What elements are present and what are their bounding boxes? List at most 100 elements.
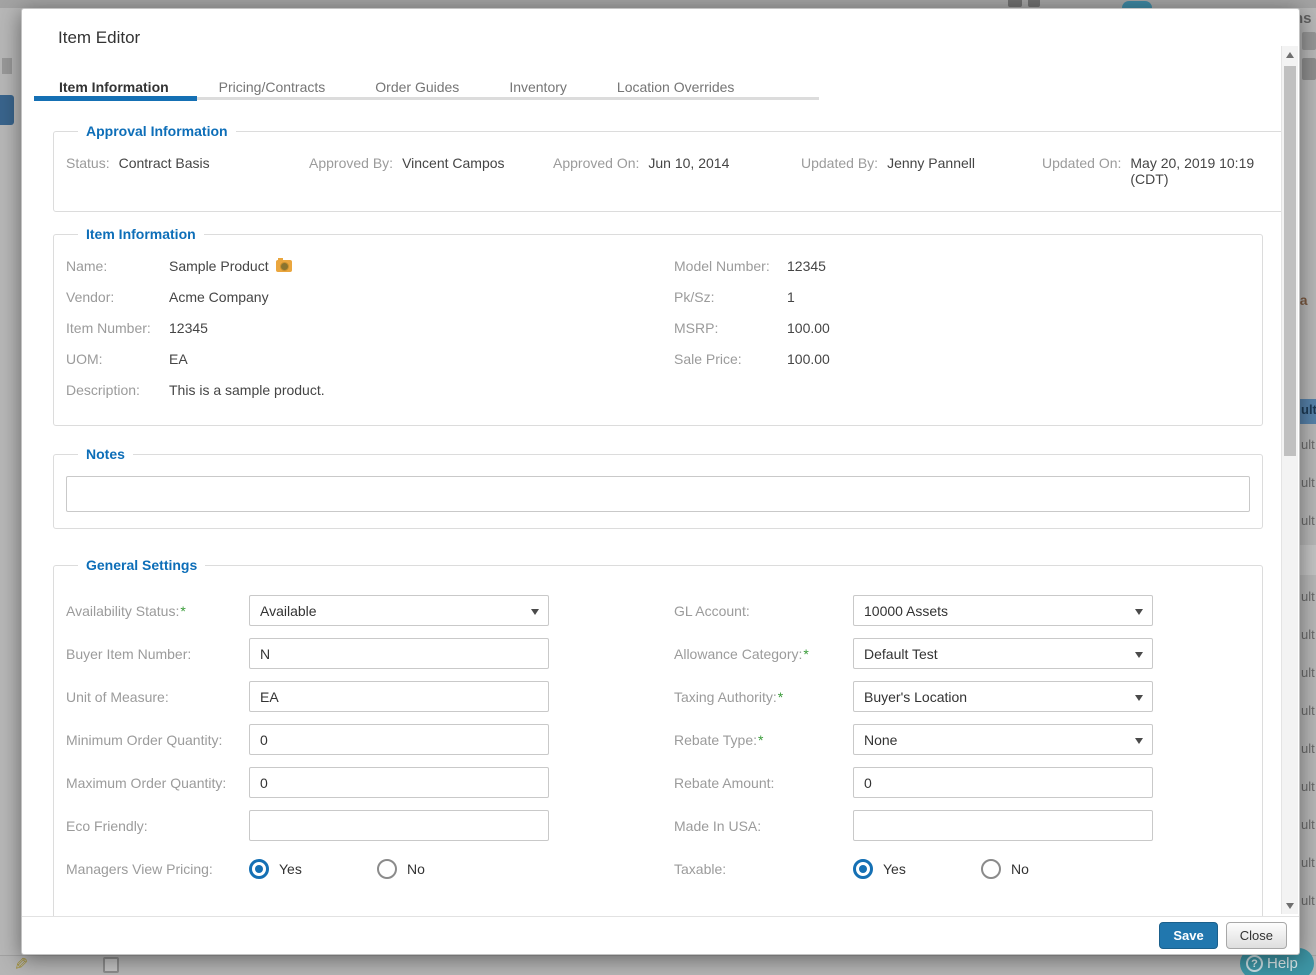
field-label: Model Number:: [674, 258, 787, 274]
field-label: Taxing Authority:*: [674, 689, 853, 705]
field-value: Acme Company: [169, 289, 269, 305]
form-row: Buyer Item Number:: [66, 638, 674, 669]
help-icon: ?: [1246, 955, 1263, 972]
field-label: Availability Status:*: [66, 603, 249, 619]
active-tab-indicator: [34, 96, 197, 101]
field-label: Taxable:: [674, 861, 853, 877]
background-row-fragment: ult: [1301, 855, 1315, 870]
radio-icon: [249, 859, 269, 879]
made-in-usa-input[interactable]: [853, 810, 1153, 841]
taxable-no-radio[interactable]: No: [981, 859, 1109, 879]
background-row-fragment: ult: [1301, 589, 1315, 604]
approval-field: Approved By: Vincent Campos: [309, 155, 553, 187]
required-marker: *: [758, 732, 763, 748]
field-label: Approved On:: [553, 155, 639, 187]
field-value: Vincent Campos: [402, 155, 504, 187]
background-button-stub: [1302, 32, 1316, 50]
info-row: Vendor: Acme Company: [66, 281, 674, 312]
background-button-stub: [0, 95, 14, 125]
gl-account-select[interactable]: 10000 Assets: [853, 595, 1153, 626]
background-row-fragment: ult: [1301, 665, 1315, 680]
field-label: Vendor:: [66, 289, 169, 305]
managers-view-pricing-no-radio[interactable]: No: [377, 859, 505, 879]
field-value: Jun 10, 2014: [648, 155, 729, 187]
background-section-band: [1300, 545, 1316, 575]
form-row: Eco Friendly:: [66, 810, 674, 841]
info-row: Description: This is a sample product.: [66, 374, 674, 405]
background-glyph-stub: [2, 58, 12, 74]
background-row-fragment: ult: [1301, 817, 1315, 832]
dialog-footer: Save Close: [22, 916, 1299, 954]
background-row-fragment: ult: [1301, 513, 1315, 528]
tab-pricing-contracts[interactable]: Pricing/Contracts: [194, 75, 351, 105]
rebate-amount-input[interactable]: [853, 767, 1153, 798]
availability-status-select[interactable]: Available: [249, 595, 549, 626]
notes-textarea[interactable]: [66, 476, 1250, 512]
taxable-yes-radio[interactable]: Yes: [853, 859, 981, 879]
field-label: Minimum Order Quantity:: [66, 732, 249, 748]
modal-scrollbar[interactable]: [1281, 46, 1298, 914]
field-label: Item Number:: [66, 320, 169, 336]
minimum-order-quantity-input[interactable]: [249, 724, 549, 755]
form-row: Managers View Pricing: Yes No: [66, 857, 674, 881]
form-row: Made In USA:: [674, 810, 1250, 841]
scroll-thumb[interactable]: [1284, 66, 1296, 456]
field-value: 1: [787, 289, 795, 305]
dialog-title: Item Editor: [58, 28, 140, 48]
field-label: Managers View Pricing:: [66, 861, 249, 877]
notes-section: Notes: [53, 446, 1263, 529]
screen: ns va ult ult ult ult ult ult ult ult ul…: [0, 0, 1316, 975]
field-label: Description:: [66, 382, 169, 398]
rebate-type-select[interactable]: None: [853, 724, 1153, 755]
radio-icon: [981, 859, 1001, 879]
background-row-fragment: ult: [1301, 741, 1315, 756]
field-label: MSRP:: [674, 320, 787, 336]
section-legend: Notes: [78, 446, 133, 462]
taxing-authority-select[interactable]: Buyer's Location: [853, 681, 1153, 712]
scroll-up-arrow[interactable]: [1282, 46, 1298, 63]
avatar-stub: [1122, 1, 1152, 8]
field-label: Sale Price:: [674, 351, 787, 367]
tab-location-overrides[interactable]: Location Overrides: [592, 75, 760, 105]
field-label: Updated On:: [1042, 155, 1121, 187]
managers-view-pricing-yes-radio[interactable]: Yes: [249, 859, 377, 879]
background-row-fragment: ult: [1301, 627, 1315, 642]
save-button[interactable]: Save: [1159, 922, 1217, 949]
section-legend: Item Information: [78, 226, 204, 242]
eco-friendly-input[interactable]: [249, 810, 549, 841]
background-row-fragment: ult: [1301, 437, 1315, 452]
header-icon-stub: [1008, 0, 1022, 7]
tab-order-guides[interactable]: Order Guides: [350, 75, 484, 105]
field-label: Status:: [66, 155, 110, 187]
form-row: Taxable: Yes No: [674, 857, 1250, 881]
field-label: Maximum Order Quantity:: [66, 775, 249, 791]
form-row: Taxing Authority:* Buyer's Location: [674, 681, 1250, 712]
form-row: Availability Status:* Available: [66, 595, 674, 626]
row-checkbox: [103, 957, 119, 973]
background-row-fragment: ult: [1301, 779, 1315, 794]
field-label: Updated By:: [801, 155, 878, 187]
maximum-order-quantity-input[interactable]: [249, 767, 549, 798]
field-label: Rebate Amount:: [674, 775, 853, 791]
camera-icon[interactable]: [276, 260, 292, 272]
background-table-row: [0, 955, 1316, 975]
form-row: Rebate Amount:: [674, 767, 1250, 798]
item-information-section: Item Information Name: Sample Product Ve…: [53, 226, 1263, 426]
background-button-stub: [1302, 58, 1316, 80]
form-row: Unit of Measure:: [66, 681, 674, 712]
allowance-category-select[interactable]: Default Test: [853, 638, 1153, 669]
field-value: 12345: [787, 258, 826, 274]
close-button[interactable]: Close: [1226, 922, 1287, 949]
unit-of-measure-input[interactable]: [249, 681, 549, 712]
chevron-down-icon: [1135, 695, 1143, 701]
form-row: Maximum Order Quantity:: [66, 767, 674, 798]
info-row: MSRP: 100.00: [674, 312, 1250, 343]
scroll-down-arrow[interactable]: [1282, 897, 1298, 914]
field-value: EA: [169, 351, 188, 367]
field-value: 100.00: [787, 351, 830, 367]
field-label: Unit of Measure:: [66, 689, 249, 705]
form-row: Minimum Order Quantity:: [66, 724, 674, 755]
item-editor-dialog: Item Editor Item Information Pricing/Con…: [21, 8, 1300, 955]
tab-inventory[interactable]: Inventory: [484, 75, 592, 105]
buyer-item-number-input[interactable]: [249, 638, 549, 669]
